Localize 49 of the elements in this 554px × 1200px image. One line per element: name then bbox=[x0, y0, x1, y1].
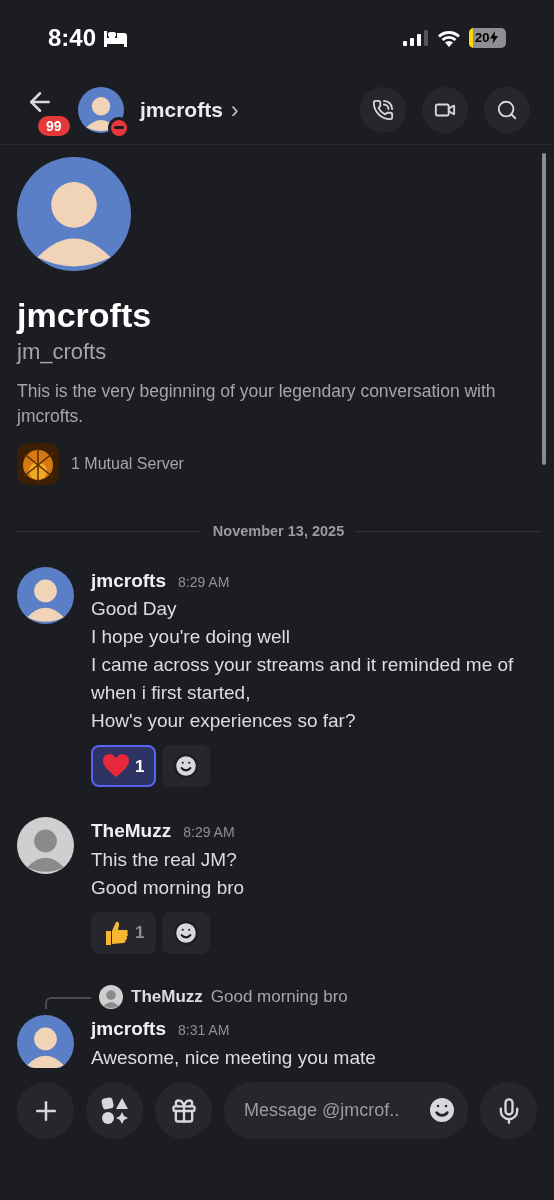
chevron-icon: › bbox=[230, 91, 239, 128]
user-name-link[interactable]: jmcrofts › bbox=[140, 91, 239, 128]
date-divider: November 13, 2025 bbox=[212, 522, 345, 541]
smile-icon bbox=[173, 919, 200, 946]
video-call-button[interactable] bbox=[422, 86, 468, 133]
smile-icon bbox=[173, 753, 200, 780]
message-text: This the real JM? bbox=[91, 847, 238, 872]
reply-avatar bbox=[99, 984, 123, 1009]
profile-username: jm_crofts bbox=[17, 338, 108, 366]
phone-icon bbox=[372, 98, 394, 121]
message-time: 8:29 AM bbox=[183, 823, 235, 843]
signal-icon bbox=[403, 29, 429, 46]
charging-bolt-icon bbox=[490, 31, 499, 44]
message-text: I hope you're doing well bbox=[91, 625, 292, 650]
message-text: Good morning bro bbox=[91, 875, 246, 900]
message-text: How's your experiences so far? bbox=[91, 709, 357, 734]
message-time: 8:31 AM bbox=[177, 1021, 230, 1041]
reply-author: TheMuzz bbox=[131, 985, 203, 1008]
add-reaction-button[interactable] bbox=[162, 745, 211, 788]
message-author: jmcrofts bbox=[91, 1017, 166, 1042]
message-text: I came across your streams and it reminded me of when i first started, bbox=[91, 653, 515, 706]
add-reaction-button[interactable] bbox=[162, 911, 211, 954]
conversation-intro: This is the very beginning of your legendary conversation with jmcrofts. bbox=[17, 380, 497, 428]
user-avatar bbox=[78, 86, 124, 133]
message-field[interactable]: Message @jmcrof.. bbox=[224, 1082, 468, 1139]
search-icon bbox=[496, 98, 518, 121]
wifi-icon bbox=[437, 28, 461, 47]
message-text: Good Day bbox=[91, 597, 178, 622]
thumbs-up-icon bbox=[103, 919, 129, 946]
search-button[interactable] bbox=[484, 86, 530, 133]
mutual-servers-link[interactable]: 1 Mutual Server bbox=[71, 452, 184, 476]
gift-icon bbox=[169, 1096, 198, 1125]
battery-level: 20 bbox=[475, 31, 490, 44]
heart-icon bbox=[103, 754, 129, 779]
message-text: Awesome, nice meeting you mate bbox=[91, 1045, 377, 1068]
reaction-button[interactable]: 1 bbox=[91, 745, 157, 788]
server-icon bbox=[17, 443, 59, 485]
shapes-icon bbox=[100, 1096, 129, 1125]
message-time: 8:29 AM bbox=[177, 572, 230, 592]
call-button[interactable] bbox=[360, 86, 406, 133]
reply-connector-line bbox=[45, 997, 91, 1010]
unread-badge: 99 bbox=[38, 115, 70, 136]
battery-charge-fill bbox=[469, 27, 473, 48]
profile-display-name: jmcrofts bbox=[17, 295, 153, 336]
status-time: 8:40 bbox=[48, 22, 97, 53]
reaction-button[interactable]: 1 bbox=[91, 911, 157, 954]
message-author: jmcrofts bbox=[91, 568, 166, 593]
message-author: TheMuzz bbox=[91, 819, 172, 844]
reply-preview: Good morning bro bbox=[210, 985, 348, 1008]
